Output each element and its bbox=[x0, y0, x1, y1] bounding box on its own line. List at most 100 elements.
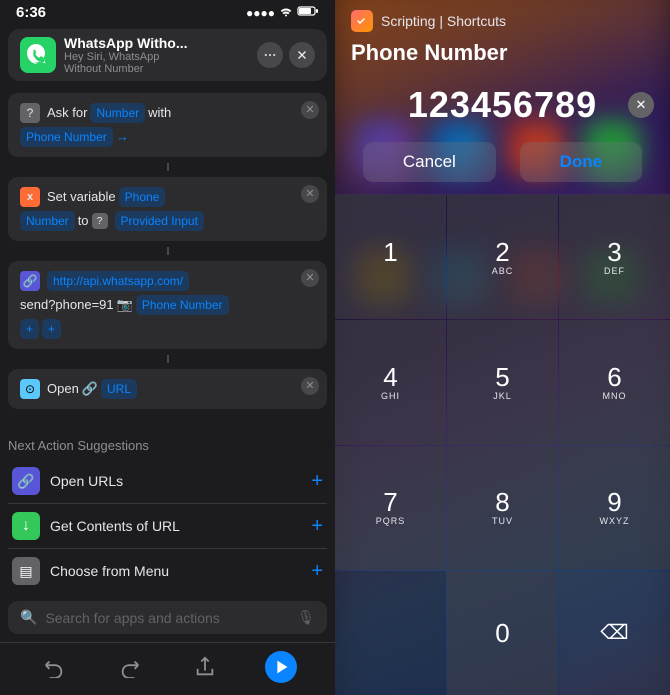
question-icon-2: ? bbox=[92, 213, 108, 229]
token-phone-num-2[interactable]: Phone Number bbox=[136, 295, 229, 315]
key-8[interactable]: 8 TUV bbox=[447, 446, 558, 570]
key-backspace[interactable]: ⌫ bbox=[559, 571, 670, 695]
action-url[interactable]: ✕ 🔗 http://api.whatsapp.com/ send?phone=… bbox=[8, 261, 327, 349]
key-4[interactable]: 4 GHI bbox=[335, 320, 446, 444]
action-url-text: 🔗 http://api.whatsapp.com/ bbox=[20, 271, 315, 291]
add-get-contents-button[interactable]: + bbox=[311, 515, 323, 538]
undo-button[interactable] bbox=[38, 651, 70, 683]
action-ask[interactable]: ✕ ? Ask for Number with Phone Number → bbox=[8, 93, 327, 157]
link-icon: 🔗 bbox=[20, 271, 40, 291]
key-5-number: 5 bbox=[495, 364, 509, 390]
search-bar[interactable]: 🔍 Search for apps and actions 🎙 bbox=[8, 601, 327, 634]
action-set-variable[interactable]: ✕ x Set variable Phone Number to ? Provi… bbox=[8, 177, 327, 241]
done-button[interactable]: Done bbox=[520, 142, 643, 182]
status-bar: 6:36 ●●●● bbox=[0, 0, 335, 25]
divider-3 bbox=[167, 355, 169, 363]
token-url[interactable]: http://api.whatsapp.com/ bbox=[47, 271, 189, 291]
number-display-area: 123456789 ✕ bbox=[335, 74, 670, 142]
app-header: WhatsApp Witho... Hey Siri, WhatsApp Wit… bbox=[8, 29, 327, 81]
close-open-icon[interactable]: ✕ bbox=[301, 377, 319, 395]
get-contents-icon: ↓ bbox=[12, 512, 40, 540]
key-4-number: 4 bbox=[383, 364, 397, 390]
key-7-number: 7 bbox=[383, 489, 397, 515]
action-set-second-line: Number to ? Provided Input bbox=[20, 211, 315, 231]
suggestion-open-urls[interactable]: 🔗 Open URLs + bbox=[8, 459, 327, 504]
token-provided-input[interactable]: Provided Input bbox=[115, 211, 204, 231]
play-button[interactable] bbox=[265, 651, 297, 683]
key-3[interactable]: 3 DEF bbox=[559, 195, 670, 319]
redo-button[interactable] bbox=[114, 651, 146, 683]
add-open-urls-button[interactable]: + bbox=[311, 470, 323, 493]
suggestion-choose-menu[interactable]: ▤ Choose from Menu + bbox=[8, 549, 327, 593]
question-icon: ? bbox=[20, 103, 40, 123]
suggestions-section: Next Action Suggestions 🔗 Open URLs + ↓ … bbox=[0, 432, 335, 597]
workflow-area: ✕ ? Ask for Number with Phone Number → ✕… bbox=[0, 85, 335, 432]
app-header-actions bbox=[257, 42, 315, 68]
token-url-2[interactable]: URL bbox=[101, 379, 137, 399]
suggestion-get-contents[interactable]: ↓ Get Contents of URL + bbox=[8, 504, 327, 549]
clear-icon: ✕ bbox=[636, 97, 647, 113]
close-button[interactable] bbox=[289, 42, 315, 68]
add-choose-menu-button[interactable]: + bbox=[311, 560, 323, 583]
phone-number-display: 123456789 bbox=[351, 84, 654, 126]
key-7-letters: PQRS bbox=[376, 516, 406, 526]
scripting-header: Scripting | Shortcuts bbox=[335, 0, 670, 36]
right-overlay: Scripting | Shortcuts Phone Number 12345… bbox=[335, 0, 670, 695]
divider-2 bbox=[167, 247, 169, 255]
app-subtitle: Hey Siri, WhatsApp Without Number bbox=[64, 51, 249, 75]
app-title: WhatsApp Witho... bbox=[64, 35, 249, 51]
scripting-label: Scripting | Shortcuts bbox=[381, 13, 506, 29]
clear-number-button[interactable]: ✕ bbox=[628, 92, 654, 118]
close-url-icon[interactable]: ✕ bbox=[301, 269, 319, 287]
wifi-icon bbox=[279, 5, 293, 20]
key-0[interactable]: 0 bbox=[447, 571, 558, 695]
left-panel: 6:36 ●●●● WhatsApp Wit bbox=[0, 0, 335, 695]
suggestions-title: Next Action Suggestions bbox=[8, 438, 327, 453]
close-set-icon[interactable]: ✕ bbox=[301, 185, 319, 203]
key-8-number: 8 bbox=[495, 489, 509, 515]
share-button[interactable] bbox=[189, 651, 221, 683]
key-8-letters: TUV bbox=[492, 516, 513, 526]
token-plus-2[interactable]: + bbox=[42, 319, 61, 339]
cancel-button[interactable]: Cancel bbox=[363, 142, 496, 182]
token-phone-number[interactable]: Phone Number bbox=[20, 127, 113, 147]
app-header-text: WhatsApp Witho... Hey Siri, WhatsApp Wit… bbox=[64, 35, 249, 75]
key-4-letters: GHI bbox=[381, 391, 400, 401]
status-time: 6:36 bbox=[16, 4, 46, 21]
signal-icon: ●●●● bbox=[246, 6, 275, 20]
choose-menu-label: Choose from Menu bbox=[50, 563, 311, 579]
action-set-text: x Set variable Phone bbox=[20, 187, 315, 207]
x-icon: x bbox=[20, 187, 40, 207]
search-placeholder[interactable]: Search for apps and actions bbox=[45, 610, 289, 626]
menu-button[interactable] bbox=[257, 42, 283, 68]
key-9-number: 9 bbox=[607, 489, 621, 515]
key-5[interactable]: 5 JKL bbox=[447, 320, 558, 444]
status-icons: ●●●● bbox=[246, 5, 319, 20]
open-urls-icon: 🔗 bbox=[12, 467, 40, 495]
token-plus-1[interactable]: + bbox=[20, 319, 39, 339]
key-3-letters: DEF bbox=[604, 266, 625, 276]
key-2[interactable]: 2 ABC bbox=[447, 195, 558, 319]
token-number-var[interactable]: Number bbox=[20, 211, 75, 231]
key-1-letters bbox=[389, 266, 393, 276]
battery-icon bbox=[297, 5, 319, 20]
key-3-number: 3 bbox=[607, 239, 621, 265]
open-icon: ⊙ bbox=[20, 379, 40, 399]
link-emoji-icon: 🔗 bbox=[82, 379, 98, 399]
action-open[interactable]: ✕ ⊙ Open 🔗 URL bbox=[8, 369, 327, 409]
whatsapp-icon bbox=[20, 37, 56, 73]
bottom-toolbar bbox=[0, 642, 335, 695]
right-panel: Scripting | Shortcuts Phone Number 12345… bbox=[335, 0, 670, 695]
mic-icon[interactable]: 🎙 bbox=[297, 609, 315, 626]
close-ask-icon[interactable]: ✕ bbox=[301, 101, 319, 119]
choose-menu-icon: ▤ bbox=[12, 557, 40, 585]
key-6[interactable]: 6 MNO bbox=[559, 320, 670, 444]
action-ask-second-line: Phone Number → bbox=[20, 127, 315, 147]
token-number[interactable]: Number bbox=[90, 103, 145, 123]
backspace-icon: ⌫ bbox=[600, 620, 628, 645]
token-phone-var[interactable]: Phone bbox=[119, 187, 166, 207]
key-1[interactable]: 1 bbox=[335, 195, 446, 319]
key-9[interactable]: 9 WXYZ bbox=[559, 446, 670, 570]
key-7[interactable]: 7 PQRS bbox=[335, 446, 446, 570]
emoji-icon: 📷 bbox=[117, 295, 133, 315]
